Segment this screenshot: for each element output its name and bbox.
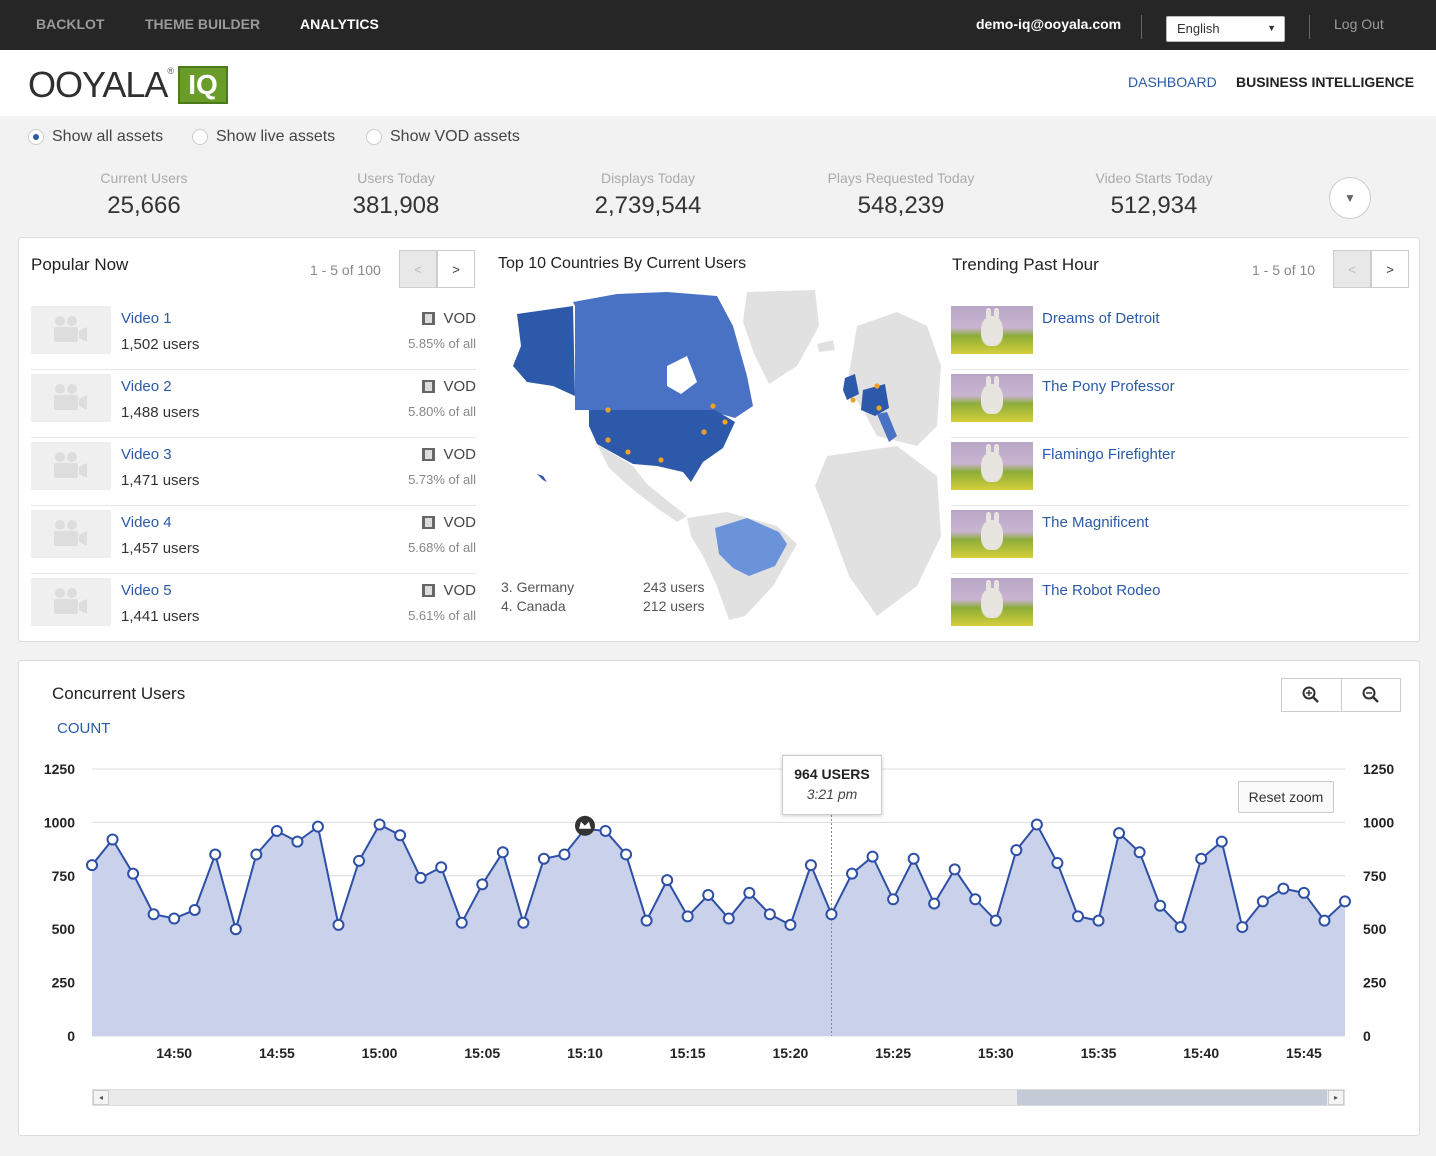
data-point[interactable] (291, 835, 304, 848)
data-point[interactable] (681, 910, 694, 923)
x-tick-label: 15:20 (772, 1045, 808, 1061)
data-point[interactable] (414, 871, 427, 884)
data-point[interactable] (168, 912, 181, 925)
data-point[interactable] (640, 914, 653, 927)
y-tick-label-left: 250 (52, 975, 76, 991)
data-point[interactable] (209, 848, 222, 861)
data-point[interactable] (250, 848, 263, 861)
data-point[interactable] (353, 854, 366, 867)
chart-tooltip: 964 USERS 3:21 pm (782, 755, 882, 815)
data-point[interactable] (804, 859, 817, 872)
data-point[interactable] (1133, 846, 1146, 859)
scroll-right-icon[interactable]: ▸ (1328, 1090, 1344, 1105)
data-point[interactable] (127, 867, 140, 880)
data-point[interactable] (1154, 899, 1167, 912)
data-point[interactable] (1113, 827, 1126, 840)
x-tick-label: 15:40 (1183, 1045, 1219, 1061)
data-point[interactable] (1236, 921, 1249, 934)
data-point[interactable] (86, 859, 98, 872)
y-tick-label-right: 500 (1363, 921, 1387, 937)
data-point[interactable] (784, 918, 797, 931)
data-point[interactable] (537, 852, 550, 865)
data-point[interactable] (948, 863, 961, 876)
data-point[interactable] (373, 818, 386, 831)
data-point[interactable] (311, 820, 324, 833)
y-tick-label-right: 1000 (1363, 814, 1394, 830)
y-tick-label-left: 1000 (44, 814, 75, 830)
y-tick-label-left: 1250 (44, 761, 75, 777)
data-point[interactable] (1051, 856, 1064, 869)
data-point[interactable] (558, 848, 571, 861)
data-point[interactable] (743, 886, 756, 899)
scrollbar-thumb[interactable] (1017, 1090, 1327, 1105)
y-tick-label-right: 0 (1363, 1028, 1371, 1044)
data-point[interactable] (1297, 886, 1310, 899)
data-point[interactable] (989, 914, 1002, 927)
data-point[interactable] (825, 908, 838, 921)
concurrent-users-chart[interactable]: 0 0 250 250 500 500 750 750 1000 1000 1250 1250 14:5… (0, 0, 1436, 1156)
x-tick-label: 15:15 (670, 1045, 706, 1061)
data-point[interactable] (435, 861, 448, 874)
data-point[interactable] (1256, 895, 1269, 908)
data-point[interactable] (620, 848, 633, 861)
data-point[interactable] (928, 897, 941, 910)
data-point[interactable] (1318, 914, 1331, 927)
data-point[interactable] (394, 829, 407, 842)
data-point[interactable] (517, 916, 530, 929)
y-tick-label-right: 250 (1363, 975, 1387, 991)
data-point[interactable] (1092, 914, 1105, 927)
x-tick-label: 15:00 (362, 1045, 398, 1061)
data-point[interactable] (332, 918, 345, 931)
x-tick-label: 14:55 (259, 1045, 295, 1061)
data-point[interactable] (1195, 852, 1208, 865)
x-tick-label: 15:25 (875, 1045, 911, 1061)
data-point[interactable] (1030, 818, 1043, 831)
data-point[interactable] (846, 867, 859, 880)
data-point[interactable] (1277, 882, 1290, 895)
data-point[interactable] (188, 903, 201, 916)
data-point[interactable] (1010, 844, 1023, 857)
data-point[interactable] (1339, 895, 1351, 908)
data-point[interactable] (866, 850, 879, 863)
data-point[interactable] (476, 878, 489, 891)
y-tick-label-right: 1250 (1363, 761, 1394, 777)
y-tick-label-left: 0 (67, 1028, 75, 1044)
data-point[interactable] (907, 852, 920, 865)
x-tick-label: 15:10 (567, 1045, 603, 1061)
data-point[interactable] (455, 916, 468, 929)
y-tick-label-left: 500 (52, 921, 76, 937)
data-point[interactable] (1215, 835, 1228, 848)
chart-scrollbar[interactable]: ◂ ▸ (92, 1089, 1345, 1106)
data-point[interactable] (106, 833, 119, 846)
data-point[interactable] (229, 923, 242, 936)
x-tick-label: 15:30 (978, 1045, 1014, 1061)
x-tick-label: 15:05 (464, 1045, 500, 1061)
y-tick-label-right: 750 (1363, 868, 1387, 884)
series-area (92, 824, 1345, 1036)
data-point[interactable] (763, 908, 776, 921)
data-point[interactable] (722, 912, 735, 925)
reset-zoom-button[interactable]: Reset zoom (1238, 781, 1334, 813)
y-tick-label-left: 750 (52, 868, 76, 884)
data-point[interactable] (147, 908, 160, 921)
tooltip-value: 964 USERS (794, 766, 870, 782)
data-point[interactable] (270, 824, 283, 837)
data-point[interactable] (661, 874, 674, 887)
tooltip-time: 3:21 pm (806, 786, 858, 802)
data-point[interactable] (1071, 910, 1084, 923)
data-point[interactable] (1174, 921, 1187, 934)
x-tick-label: 14:50 (156, 1045, 192, 1061)
x-tick-label: 15:35 (1081, 1045, 1117, 1061)
data-point[interactable] (887, 893, 900, 906)
data-point[interactable] (599, 824, 612, 837)
data-point[interactable] (702, 889, 715, 902)
scroll-left-icon[interactable]: ◂ (93, 1090, 109, 1105)
x-tick-label: 15:45 (1286, 1045, 1322, 1061)
data-point[interactable] (496, 846, 509, 859)
data-point[interactable] (969, 893, 982, 906)
